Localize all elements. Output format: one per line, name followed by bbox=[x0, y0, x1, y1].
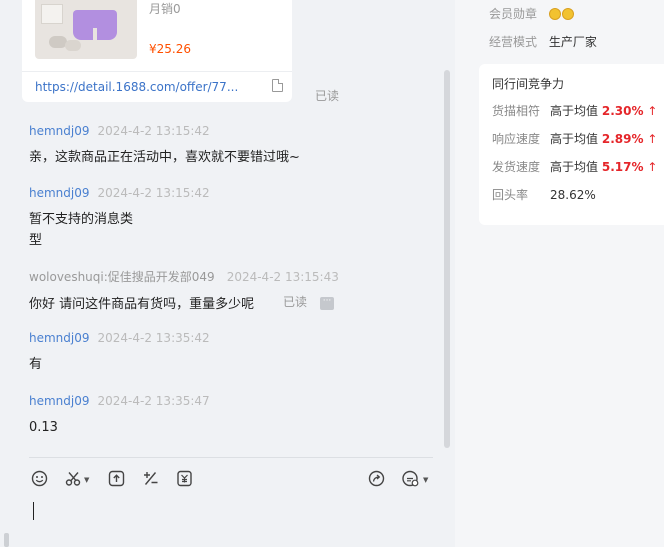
chevron-down-icon[interactable]: ▼ bbox=[423, 476, 428, 484]
message-time: 2024-4-2 13:35:47 bbox=[97, 394, 210, 408]
message-input-cursor[interactable] bbox=[33, 502, 34, 520]
message-text-line: 暂不支持的消息类 bbox=[29, 212, 134, 227]
receipt-icon[interactable] bbox=[176, 470, 193, 487]
message-text: 有 bbox=[29, 357, 43, 372]
competitiveness-row: 发货速度 高于均值 5.17% ↑ bbox=[492, 158, 657, 175]
upload-icon[interactable] bbox=[108, 470, 125, 487]
message-text: 暂不支持的消息类 型 bbox=[29, 209, 210, 251]
chat-panel: 月销0 ¥25.26 https://detail.1688.com/offer… bbox=[0, 0, 455, 547]
product-thumbnail[interactable] bbox=[35, 0, 137, 59]
message-text: 0.13 bbox=[29, 420, 58, 435]
product-price: ¥25.26 bbox=[149, 42, 191, 56]
copy-document-icon[interactable] bbox=[272, 79, 283, 92]
competitiveness-row: 响应速度 高于均值 2.89% ↑ bbox=[492, 130, 657, 147]
metric-desc: 高于均值 bbox=[550, 104, 599, 118]
member-medal-row: 会员勋章 bbox=[489, 5, 575, 22]
message-item: hemndj09 2024-4-2 13:15:42 暂不支持的消息类 型 bbox=[29, 186, 210, 251]
message-item: hemndj09 2024-4-2 13:35:47 0.13 bbox=[29, 394, 210, 438]
message-time: 2024-4-2 13:15:42 bbox=[97, 186, 210, 200]
return-rate-value: 28.62% bbox=[550, 188, 596, 202]
emoji-icon[interactable] bbox=[31, 470, 48, 487]
chevron-down-icon[interactable]: ▼ bbox=[84, 476, 89, 484]
share-icon[interactable] bbox=[368, 470, 385, 487]
message-item: hemndj09 2024-4-2 13:35:42 有 bbox=[29, 331, 210, 375]
message-time: 2024-4-2 13:15:42 bbox=[97, 124, 210, 138]
read-status: 已读 bbox=[283, 295, 308, 309]
quick-reply-icon[interactable] bbox=[402, 470, 419, 487]
return-rate-row: 回头率 28.62% bbox=[492, 186, 596, 203]
metric-label: 货描相符 bbox=[492, 104, 541, 118]
message-sender[interactable]: hemndj09 bbox=[29, 331, 90, 345]
card-divider bbox=[22, 71, 292, 72]
competitiveness-title: 同行间竞争力 bbox=[492, 77, 565, 91]
calculator-icon[interactable] bbox=[142, 470, 159, 487]
more-options-icon[interactable]: ··· bbox=[320, 297, 334, 310]
medal-icon bbox=[561, 8, 574, 20]
resize-handle[interactable] bbox=[4, 533, 9, 547]
message-text: 亲，这款商品正在活动中，喜欢就不要错过哦~ bbox=[29, 150, 300, 165]
metric-desc: 高于均值 bbox=[550, 160, 599, 174]
return-rate-label: 回头率 bbox=[492, 188, 529, 202]
metric-desc: 高于均值 bbox=[550, 132, 599, 146]
arrow-up-icon: ↑ bbox=[647, 132, 658, 146]
toolbar-divider bbox=[29, 457, 433, 458]
metric-value: 2.30% bbox=[601, 104, 644, 118]
business-mode-label: 经营模式 bbox=[489, 35, 538, 49]
message-time: 2024-4-2 13:35:42 bbox=[97, 331, 210, 345]
metric-value: 5.17% bbox=[601, 160, 644, 174]
metric-value: 2.89% bbox=[601, 132, 644, 146]
message-sender[interactable]: hemndj09 bbox=[29, 394, 90, 408]
scissors-icon[interactable] bbox=[65, 470, 82, 487]
product-link[interactable]: https://detail.1688.com/offer/77... bbox=[35, 80, 238, 94]
medal-icon bbox=[548, 8, 561, 20]
message-sender[interactable]: hemndj09 bbox=[29, 124, 90, 138]
message-sender[interactable]: woloveshuqi:促佳搜品开发部049 bbox=[29, 270, 215, 284]
competitiveness-panel: 同行间竞争力 货描相符 高于均值 2.30% ↑ 响应速度 高于均值 2.89% ↑… bbox=[479, 64, 664, 225]
message-time: 2024-4-2 13:15:43 bbox=[226, 270, 339, 284]
read-status-card: 已读 bbox=[315, 89, 340, 103]
business-mode-row: 经营模式 生产厂家 bbox=[489, 33, 597, 50]
product-card[interactable]: 月销0 ¥25.26 https://detail.1688.com/offer… bbox=[22, 0, 292, 102]
message-item: hemndj09 2024-4-2 13:15:42 亲，这款商品正在活动中，喜欢… bbox=[29, 124, 300, 168]
business-mode-value: 生产厂家 bbox=[548, 35, 597, 49]
arrow-up-icon: ↑ bbox=[647, 104, 658, 118]
arrow-up-icon: ↑ bbox=[647, 160, 658, 174]
product-monthly-sales: 月销0 bbox=[149, 2, 181, 16]
message-text-line: 型 bbox=[29, 233, 43, 248]
member-medal-label: 会员勋章 bbox=[489, 7, 538, 21]
chat-scrollbar[interactable] bbox=[444, 70, 450, 448]
metric-label: 响应速度 bbox=[492, 132, 541, 146]
message-sender[interactable]: hemndj09 bbox=[29, 186, 90, 200]
metric-label: 发货速度 bbox=[492, 160, 541, 174]
competitiveness-row: 货描相符 高于均值 2.30% ↑ bbox=[492, 102, 657, 119]
